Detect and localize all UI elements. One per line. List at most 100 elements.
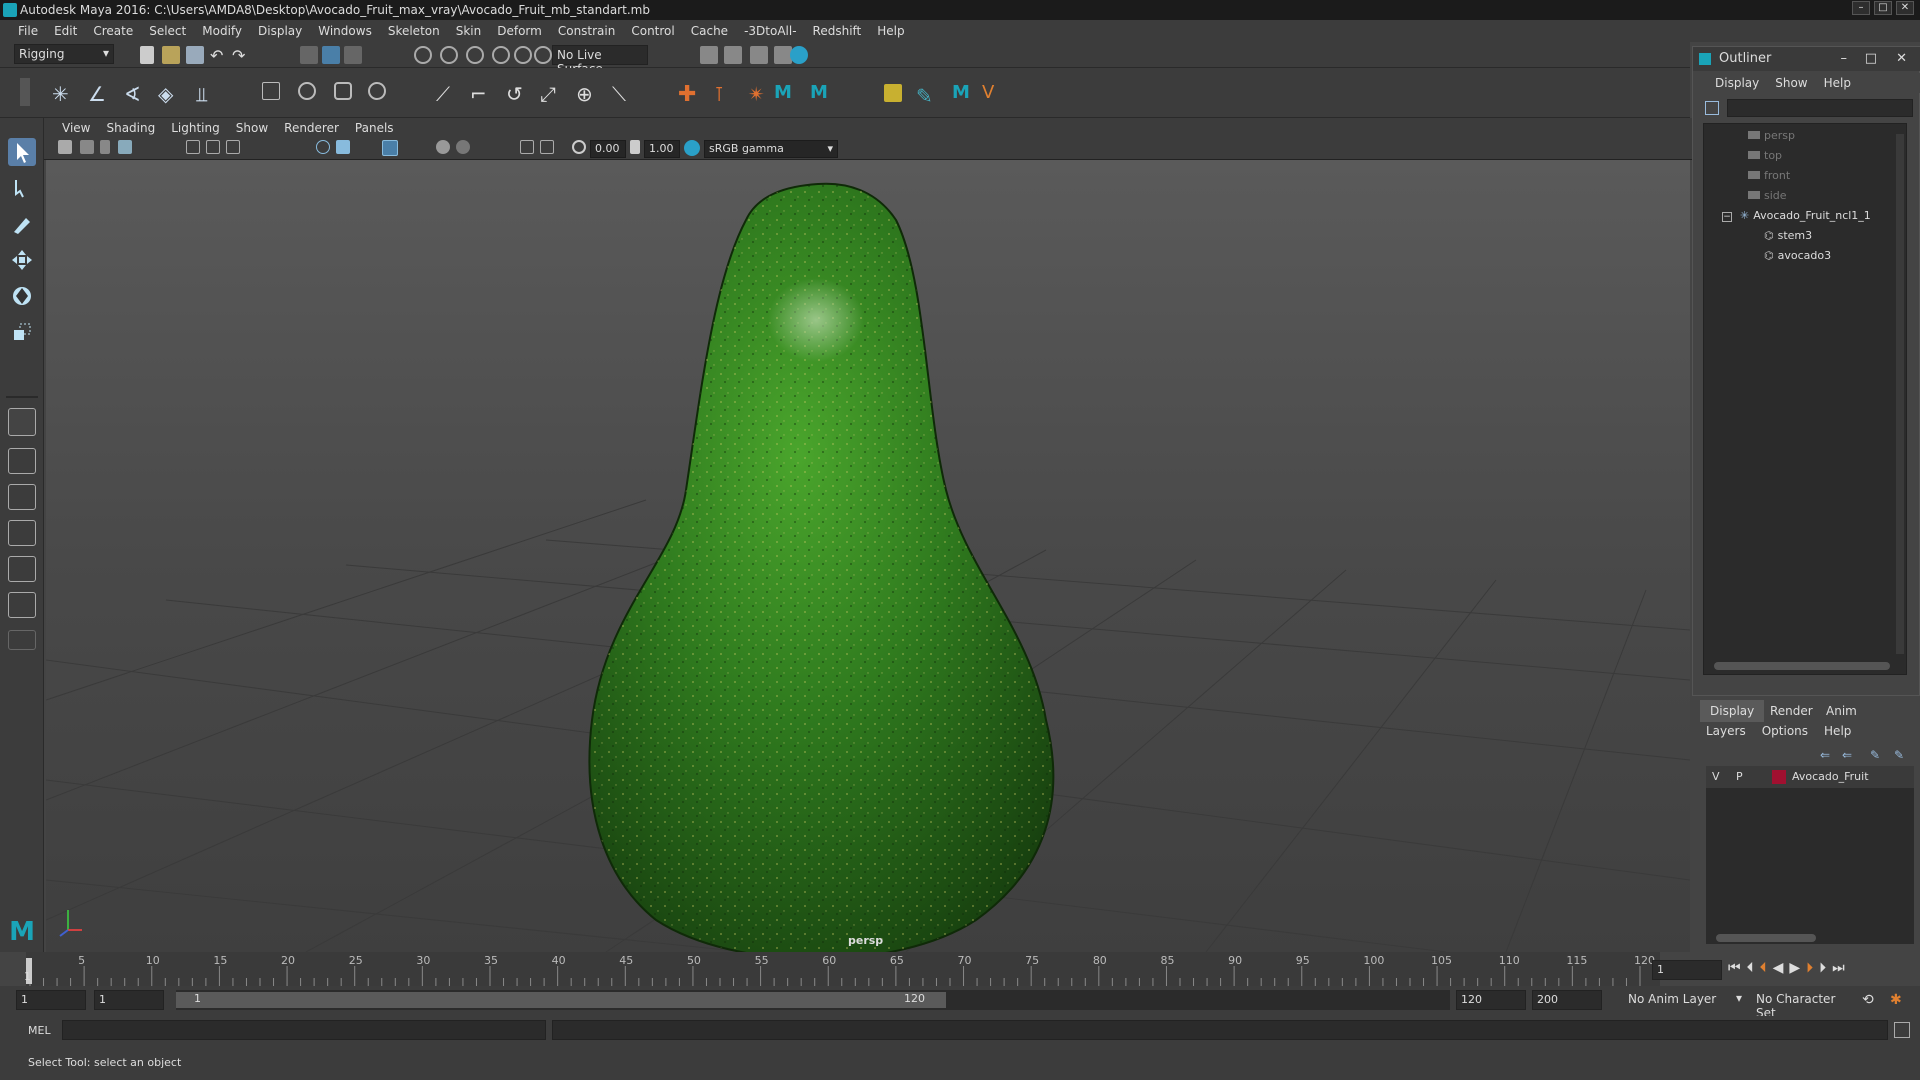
minimize-button[interactable]: – [1852,1,1870,15]
layer-color-swatch[interactable] [1772,770,1786,784]
exposure-field[interactable]: 0.00 [590,140,626,158]
persp-outliner-layout-icon[interactable] [8,556,36,582]
render-settings-icon[interactable] [750,46,768,64]
menu-help[interactable]: Help [869,24,912,38]
layer-move-down-icon[interactable]: ⇐ [1842,748,1852,762]
xray-icon[interactable] [540,140,554,154]
outliner-vertical-scrollbar[interactable] [1896,134,1904,654]
auto-key-icon[interactable]: ⟲ [1862,992,1874,1008]
film-gate-icon[interactable] [206,140,220,154]
smooth-shade-icon[interactable] [336,140,350,154]
outliner-maximize-button[interactable]: □ [1865,47,1877,71]
go-to-end-icon[interactable]: ⏭ [1832,960,1845,976]
aim-constraint-icon[interactable]: ✴ [748,82,766,106]
menu-file[interactable]: File [10,24,46,38]
menu-control[interactable]: Control [623,24,682,38]
range-slider-handle[interactable] [176,992,946,1008]
collapse-icon[interactable]: − [1722,212,1732,222]
orient-joint-icon[interactable]: ◈ [158,82,176,106]
outliner-menu-display[interactable]: Display [1707,76,1767,90]
snap-plane-icon[interactable] [492,46,510,64]
new-layer-selected-icon[interactable]: ✎ [1894,748,1904,762]
redshift-render-icon[interactable] [790,46,808,64]
outliner-item-persp[interactable]: persp [1748,126,1795,146]
maximize-button[interactable]: □ [1874,1,1892,15]
outliner-refresh-icon[interactable] [1705,101,1719,115]
cluster-icon[interactable] [298,82,316,100]
outliner-item-stem[interactable]: ⌬ stem3 [1764,226,1812,246]
menu-edit[interactable]: Edit [46,24,85,38]
play-forward-icon[interactable]: ▶ [1789,960,1800,976]
command-input[interactable] [62,1020,546,1040]
bookmark-icon[interactable] [100,140,110,154]
select-tool-icon[interactable] [8,138,36,166]
current-frame-field[interactable]: 1 [1652,960,1722,980]
parent-constraint-icon[interactable]: ⊺ [714,82,732,106]
panel-menu-view[interactable]: View [54,121,98,135]
time-slider[interactable]: 5 10 15 20 25 30 35 40 45 50 55 60 65 70 75 80 85 90 95 100… [0,952,1920,986]
camera-select-icon[interactable] [58,140,72,154]
panel-menu-lighting[interactable]: Lighting [163,121,228,135]
gamma-field[interactable]: 1.00 [644,140,680,158]
resolution-gate-icon[interactable] [226,140,240,154]
menu-modify[interactable]: Modify [194,24,250,38]
layer-playback-toggle[interactable]: P [1736,766,1743,788]
save-scene-icon[interactable] [186,46,204,64]
pose-icon[interactable]: V [982,82,1000,103]
select-component-icon[interactable] [344,46,362,64]
snap-curve-icon[interactable] [440,46,458,64]
close-button[interactable]: ✕ [1896,1,1914,15]
panel-menu-shading[interactable]: Shading [98,121,163,135]
remove-influence-icon[interactable]: ⊕ [576,82,594,106]
time-ruler[interactable]: 5 10 15 20 25 30 35 40 45 50 55 60 65 70 75 80 85 90 95 100… [26,952,1686,986]
rotate-tool-icon[interactable] [8,282,36,310]
scene-start-field[interactable]: 1 [16,990,86,1010]
layer-row[interactable]: V P Avocado_Fruit [1706,766,1914,788]
perspective-viewport[interactable]: persp [46,160,1690,952]
layer-menu-help[interactable]: Help [1824,724,1851,738]
script-editor-icon[interactable] [1894,1022,1910,1038]
layer-name[interactable]: Avocado_Fruit [1792,766,1869,788]
menu-skeleton[interactable]: Skeleton [380,24,448,38]
panel-menu-show[interactable]: Show [228,121,276,135]
outliner-horizontal-scrollbar[interactable] [1714,662,1890,670]
lasso-tool-icon[interactable] [8,174,36,202]
menu-windows[interactable]: Windows [310,24,380,38]
select-hierarchy-icon[interactable] [300,46,318,64]
character-set-dropdown[interactable]: No Character Set [1752,990,1862,1020]
menu-skin[interactable]: Skin [448,24,490,38]
menuset-dropdown[interactable]: Rigging ▾ [14,44,114,64]
menu-deform[interactable]: Deform [489,24,550,38]
open-scene-icon[interactable] [162,46,180,64]
scene-end-field[interactable]: 200 [1532,990,1602,1010]
menu-constrain[interactable]: Constrain [550,24,624,38]
wrap-icon[interactable] [334,82,352,100]
bind-skin-icon[interactable]: ⟋ [436,82,454,106]
layer-horizontal-scrollbar[interactable] [1716,934,1816,942]
playback-start-field[interactable]: 1 [94,990,164,1010]
paint-weights-icon[interactable]: ↺ [506,82,524,106]
outliner-item-avocado-group[interactable]: − ✳ Avocado_Fruit_ncl1_1 [1722,206,1871,226]
outliner-item-front[interactable]: front [1748,166,1790,186]
detach-skin-icon[interactable]: ⟍ [612,82,630,106]
two-stacked-layout-icon[interactable] [8,520,36,546]
command-language-label[interactable]: MEL [28,1024,51,1037]
shadows-icon[interactable] [456,140,470,154]
snap-surface-icon[interactable] [514,46,532,64]
layer-visibility-toggle[interactable]: V [1712,766,1720,788]
go-to-start-icon[interactable]: ⏮ [1728,960,1741,976]
layer-menu-layers[interactable]: Layers [1706,724,1746,738]
anim-layer-dropdown[interactable]: No Anim Layer ▾ [1624,990,1744,1010]
viewport-canvas[interactable] [46,160,1690,952]
outliner-close-button[interactable]: ✕ [1896,47,1907,71]
sculpt-icon[interactable] [368,82,386,100]
maya-hair-icon[interactable]: M [774,82,792,103]
image-plane-icon[interactable] [118,140,132,154]
isolate-icon[interactable] [520,140,534,154]
move-tool-icon[interactable] [8,246,36,274]
new-scene-icon[interactable] [140,46,154,64]
panel-menu-renderer[interactable]: Renderer [276,121,347,135]
snap-view-icon[interactable] [534,46,552,64]
shelf-options-icon[interactable] [20,78,30,106]
menu-select[interactable]: Select [141,24,194,38]
